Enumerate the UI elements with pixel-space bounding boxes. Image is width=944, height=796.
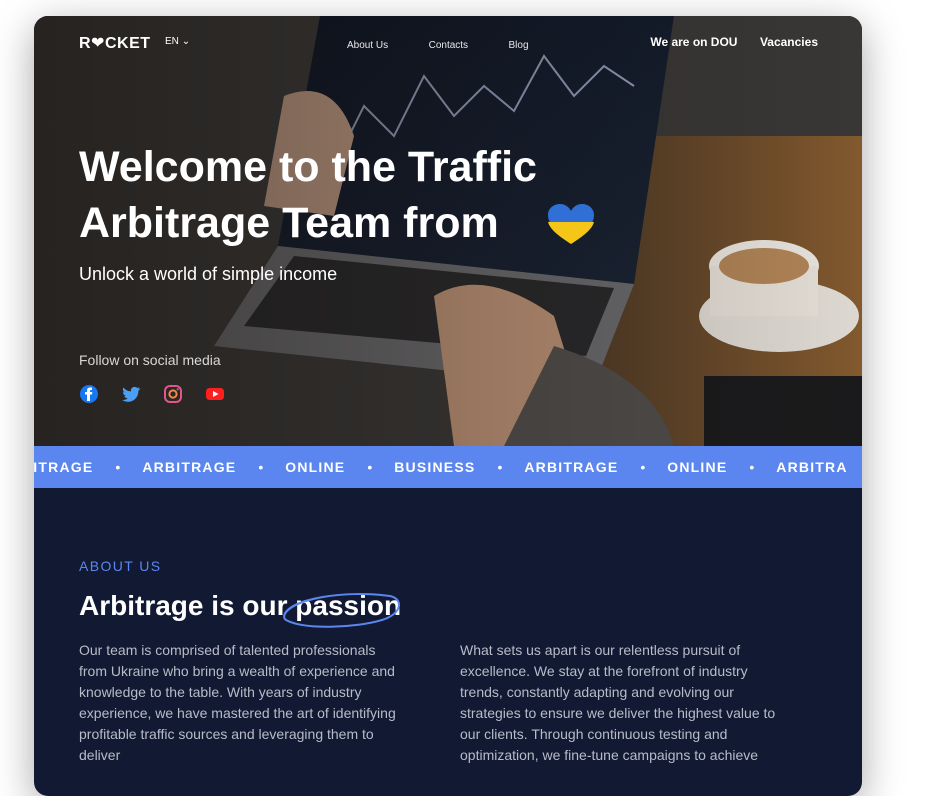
- ticker-separator: •: [640, 459, 646, 475]
- top-navigation: R❤CKET EN ⌄ About Us Contacts Blog We ar…: [34, 16, 862, 66]
- language-selector[interactable]: EN ⌄: [165, 36, 190, 47]
- nav-links: About Us Contacts Blog: [347, 35, 565, 53]
- ticker-word: ONLINE: [667, 459, 728, 475]
- about-section: ABOUT US Arbitrage is our passion Our te…: [34, 488, 862, 796]
- about-title-plain: Arbitrage is our: [79, 590, 288, 621]
- nav-link-about-us[interactable]: About Us: [347, 40, 388, 51]
- ticker-word: ARBITRAGE: [524, 459, 619, 475]
- ticker-word: ONLINE: [285, 459, 346, 475]
- ticker-banner: BITRAGE • ARBITRAGE • ONLINE • BUSINESS …: [34, 446, 862, 488]
- rocket-logo[interactable]: R❤CKET: [79, 33, 151, 53]
- language-label: EN: [165, 36, 179, 47]
- hero-headline: Welcome to the Traffic Arbitrage Team fr…: [79, 143, 537, 247]
- hero-section: R❤CKET EN ⌄ About Us Contacts Blog We ar…: [34, 16, 862, 446]
- ticker-separator: •: [367, 459, 373, 475]
- nav-link-contacts[interactable]: Contacts: [429, 40, 468, 51]
- instagram-icon[interactable]: [163, 384, 183, 404]
- ticker-word: ARBITRA: [776, 459, 848, 475]
- dou-link[interactable]: We are on DOU: [650, 35, 737, 49]
- chevron-down-icon: ⌄: [181, 36, 191, 47]
- follow-label: Follow on social media: [79, 352, 221, 368]
- nav-link-blog[interactable]: Blog: [509, 40, 529, 51]
- vacancies-link[interactable]: Vacancies: [760, 35, 818, 49]
- ticker-separator: •: [115, 459, 121, 475]
- about-paragraph-left: Our team is comprised of talented profes…: [79, 642, 396, 763]
- ticker-track: BITRAGE • ARBITRAGE • ONLINE • BUSINESS …: [34, 459, 848, 475]
- youtube-icon[interactable]: [205, 384, 225, 404]
- about-eyebrow: ABOUT US: [79, 558, 162, 574]
- twitter-icon[interactable]: [121, 384, 141, 404]
- browser-frame: R❤CKET EN ⌄ About Us Contacts Blog We ar…: [34, 16, 862, 796]
- ticker-word: BUSINESS: [394, 459, 476, 475]
- facebook-icon[interactable]: [79, 384, 99, 404]
- ticker-separator: •: [749, 459, 755, 475]
- about-paragraph-right: What sets us apart is our relentless pur…: [460, 642, 776, 763]
- circle-scribble-decoration: [283, 593, 400, 628]
- ticker-word: ARBITRAGE: [142, 459, 237, 475]
- hero-subline: Unlock a world of simple income: [79, 264, 338, 284]
- ticker-separator: •: [497, 459, 503, 475]
- social-icons: [79, 384, 225, 404]
- ticker-word: BITRAGE: [34, 459, 94, 475]
- ticker-separator: •: [258, 459, 264, 475]
- ukraine-heart-icon: [548, 204, 594, 244]
- nav-right-links: We are on DOU Vacancies: [632, 33, 818, 51]
